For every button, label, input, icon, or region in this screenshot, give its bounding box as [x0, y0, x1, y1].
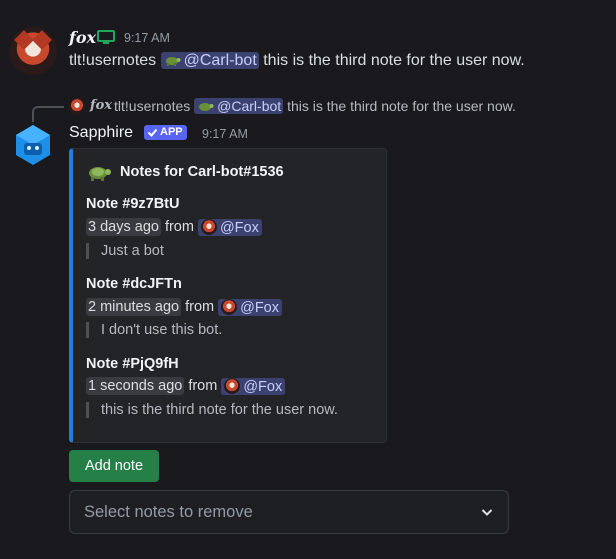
turtle-icon — [89, 167, 111, 181]
app-badge-label: APP — [160, 126, 183, 138]
monitor-icon — [97, 30, 115, 44]
avatar-fox[interactable] — [9, 27, 57, 75]
note-author-mention[interactable]: @Fox — [197, 218, 262, 236]
reply-mention: @Carl-bot — [194, 98, 284, 114]
mention-label: @Carl-bot — [183, 52, 257, 69]
message-timestamp: 9:17 AM — [124, 31, 170, 45]
reply-connector — [32, 106, 64, 122]
author-avatar — [221, 298, 238, 315]
note-title: Note #dcJFTn — [86, 276, 182, 292]
note-meta: 2 minutes ago from @Fox — [86, 298, 282, 316]
reply-avatar[interactable] — [69, 98, 85, 114]
select-placeholder: Select notes to remove — [84, 502, 253, 521]
command-text: tlt!usernotes — [69, 52, 157, 69]
note-time: 1 seconds ago — [86, 377, 185, 395]
author-name[interactable]: fox — [69, 28, 96, 47]
note-from: from — [188, 378, 218, 394]
note-body: I don't use this bot. — [86, 322, 222, 338]
reply-command: tlt!usernotes — [114, 98, 191, 114]
user-mention[interactable]: @Carl-bot — [160, 52, 259, 69]
add-note-button[interactable]: Add note — [69, 450, 159, 482]
note-author: @Fox — [219, 219, 259, 236]
note-title: Note #PjQ9fH — [86, 356, 179, 372]
note-from: from — [164, 219, 194, 235]
author-name-bot[interactable]: Sapphire — [69, 124, 133, 142]
note-author-mention[interactable]: @Fox — [218, 298, 282, 316]
reply-preview[interactable]: tlt!usernotes @Carl-bot this is the thir… — [114, 98, 516, 114]
avatar-sapphire[interactable] — [9, 121, 57, 169]
note-author: @Fox — [243, 378, 283, 395]
note-meta: 1 seconds ago from @Fox — [86, 377, 286, 395]
note-from: from — [185, 299, 215, 315]
app-badge: APP — [144, 125, 187, 140]
reply-author[interactable]: fox — [90, 98, 112, 113]
chevron-down-icon — [481, 509, 493, 516]
message-text: this is the third note for the user now. — [263, 52, 525, 69]
reply-text: this is the third note for the user now. — [287, 98, 516, 114]
message-timestamp-bot: 9:17 AM — [202, 127, 248, 141]
check-icon — [147, 128, 158, 137]
author-avatar — [200, 218, 217, 235]
message-content: tlt!usernotes @Carl-bot this is the thir… — [69, 52, 525, 70]
reply-mention-label: @Carl-bot — [217, 98, 282, 114]
author-avatar — [224, 377, 241, 394]
note-title: Note #9z7BtU — [86, 196, 180, 212]
note-author: @Fox — [240, 299, 279, 316]
embed-title: Notes for Carl-bot#1536 — [86, 162, 284, 182]
turtle-icon — [199, 103, 214, 111]
turtle-icon — [165, 57, 181, 66]
embed-title-text: Notes for Carl-bot#1536 — [120, 164, 284, 180]
note-body: Just a bot — [86, 243, 164, 259]
note-time: 2 minutes ago — [86, 298, 182, 316]
note-body: this is the third note for the user now. — [86, 402, 338, 418]
remove-notes-select[interactable]: Select notes to remove — [69, 490, 509, 534]
note-meta: 3 days ago from @Fox — [86, 218, 262, 236]
note-author-mention[interactable]: @Fox — [221, 377, 286, 395]
note-time: 3 days ago — [86, 218, 161, 236]
notes-embed — [69, 148, 387, 443]
